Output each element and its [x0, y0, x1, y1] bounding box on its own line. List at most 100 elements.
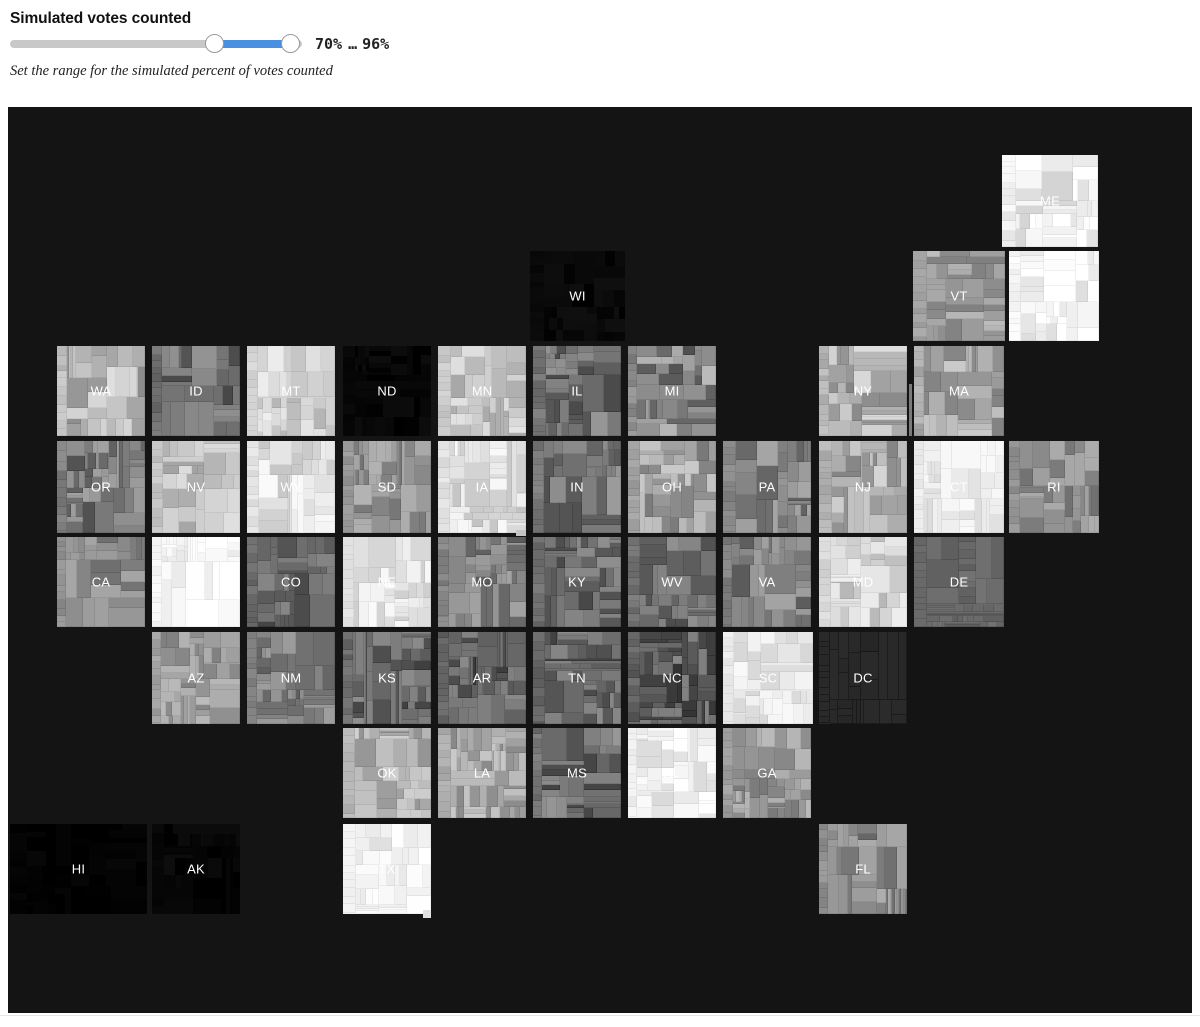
state-tile-nd[interactable]: ND: [343, 346, 431, 436]
treemap-cell: [819, 907, 828, 914]
slider-handle-min[interactable]: [204, 34, 224, 53]
state-tile-or[interactable]: OR: [57, 441, 145, 533]
treemap-cell: [152, 421, 163, 432]
state-tile-al[interactable]: AL: [628, 728, 716, 818]
treemap-cell: [228, 833, 236, 846]
treemap-cell: [198, 401, 215, 436]
treemap-cell: [533, 574, 546, 584]
slider-handle-max[interactable]: [280, 34, 300, 53]
state-tile-tx[interactable]: TX: [343, 824, 431, 918]
treemap-cell: [683, 346, 695, 355]
state-tile-md[interactable]: MD: [819, 537, 907, 627]
state-tile-mo[interactable]: MO: [438, 537, 526, 627]
treemap-cell: [230, 663, 240, 679]
state-tile-nm[interactable]: NM: [247, 632, 335, 724]
state-tile-il[interactable]: IL: [533, 346, 621, 436]
state-tile-ne[interactable]: NE: [343, 537, 431, 627]
state-tile-pa[interactable]: PA: [723, 441, 811, 533]
votes-counted-range-slider[interactable]: [10, 33, 302, 55]
state-tile-az[interactable]: AZ: [152, 632, 240, 724]
treemap-cell: [796, 564, 811, 572]
state-tile-mi[interactable]: MI: [628, 346, 716, 436]
state-tile-tn[interactable]: TN: [533, 632, 621, 724]
state-tile-mn[interactable]: MN: [438, 346, 526, 436]
state-tile-dc[interactable]: DC: [819, 632, 907, 724]
state-tile-nj[interactable]: NJ: [819, 441, 907, 533]
treemap-cell: [214, 421, 227, 436]
state-tile-ks[interactable]: KS: [343, 632, 431, 724]
treemap-cell: [203, 663, 218, 679]
state-tile-wy[interactable]: WY: [247, 441, 335, 533]
treemap-cell: [343, 848, 356, 856]
treemap-cell: [388, 567, 397, 583]
state-tile-fl[interactable]: FL: [819, 824, 907, 914]
treemap-cell: [914, 366, 924, 378]
treemap-cell: [745, 718, 761, 724]
state-tile-in[interactable]: IN: [533, 441, 621, 533]
state-tile-nv[interactable]: NV: [152, 441, 240, 533]
treemap-cell: [653, 495, 671, 507]
state-tile-vt[interactable]: VT: [913, 251, 1005, 341]
state-tile-la[interactable]: LA: [438, 728, 526, 818]
treemap-cell: [597, 331, 605, 341]
state-tile-ar[interactable]: AR: [438, 632, 526, 724]
state-tile-nh[interactable]: NH: [1009, 251, 1099, 341]
treemap-cell: [553, 453, 564, 466]
treemap-cell: [628, 396, 638, 405]
treemap-cell: [830, 606, 842, 627]
state-tile-mt[interactable]: MT: [247, 346, 335, 436]
state-treemap: [152, 346, 240, 436]
state-tile-ut[interactable]: UT: [152, 537, 240, 627]
treemap-cell: [533, 622, 546, 627]
state-tile-ny[interactable]: NY: [819, 346, 912, 436]
treemap-cell: [1072, 155, 1098, 168]
treemap-cell: [723, 617, 732, 625]
treemap-cell: [637, 796, 653, 808]
state-tile-sc[interactable]: SC: [723, 632, 813, 724]
state-tile-ri[interactable]: RI: [1009, 441, 1099, 533]
state-tile-ak[interactable]: AK: [152, 824, 240, 914]
state-tile-oh[interactable]: OH: [628, 441, 716, 533]
state-tile-hi[interactable]: HI: [10, 824, 147, 914]
state-tile-ky[interactable]: KY: [533, 537, 621, 627]
treemap-cell: [879, 608, 893, 627]
treemap-cell: [508, 644, 526, 668]
state-tile-de[interactable]: DE: [914, 537, 1004, 627]
treemap-cell: [971, 264, 987, 280]
treemap-cell: [400, 511, 411, 533]
treemap-cell: [914, 497, 924, 506]
treemap-cell: [494, 770, 509, 787]
treemap-cell: [819, 504, 833, 513]
treemap-cell: [355, 874, 379, 890]
state-cartogram-panel[interactable]: ME VT NH WI WA ID MT ND MN IL MI NY MA OR NV WY SD IA IN OH…: [8, 107, 1192, 1013]
state-tile-ok[interactable]: OK: [343, 728, 431, 818]
state-tile-va[interactable]: VA: [723, 537, 811, 627]
state-tile-ca[interactable]: CA: [57, 537, 145, 627]
treemap-cell: [217, 663, 231, 679]
state-tile-id[interactable]: ID: [152, 346, 240, 436]
state-tile-ga[interactable]: GA: [723, 728, 811, 818]
state-tile-co[interactable]: CO: [247, 537, 335, 627]
treemap-cell: [438, 557, 450, 566]
state-tile-me[interactable]: ME: [1002, 155, 1098, 247]
treemap-cell: [322, 665, 335, 691]
treemap-cell: [115, 418, 125, 436]
state-tile-wa[interactable]: WA: [57, 346, 145, 436]
treemap-cell: [152, 566, 162, 576]
treemap-cell: [57, 575, 67, 586]
treemap-cell: [687, 400, 716, 408]
state-tile-wv[interactable]: WV: [628, 537, 716, 627]
state-tile-ia[interactable]: IA: [438, 441, 526, 536]
state-tile-ct[interactable]: CT: [914, 441, 1004, 533]
state-tile-sd[interactable]: SD: [343, 441, 431, 533]
treemap-cell: [179, 465, 193, 474]
treemap-cell: [819, 479, 833, 487]
treemap-cell: [682, 675, 690, 688]
state-tile-nc[interactable]: NC: [628, 632, 716, 724]
state-tile-ma[interactable]: MA: [914, 346, 1004, 436]
treemap-cell: [975, 579, 988, 605]
treemap-cell: [1009, 292, 1021, 302]
state-tile-wi[interactable]: WI: [530, 251, 625, 341]
treemap-cell: [685, 441, 697, 462]
state-tile-ms[interactable]: MS: [533, 728, 621, 818]
